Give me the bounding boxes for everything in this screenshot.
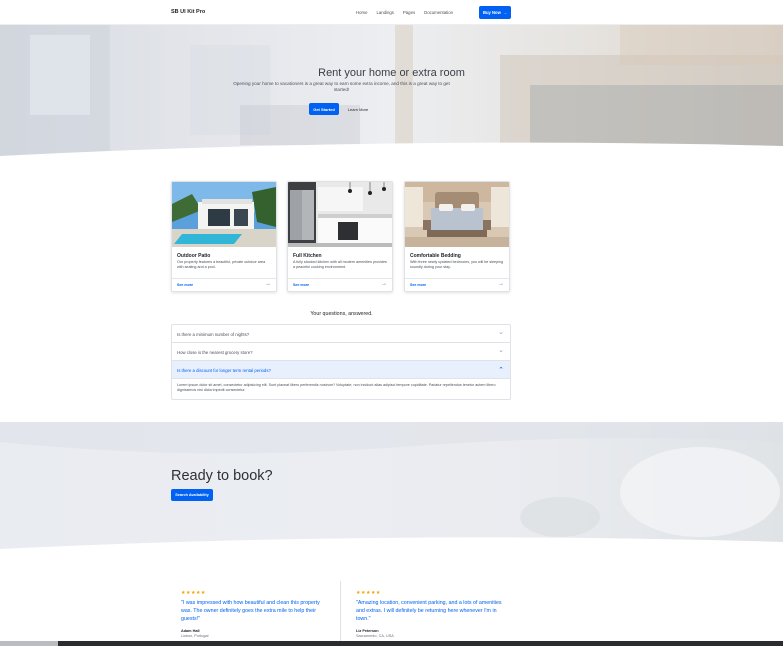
patio-image-icon [172,182,276,247]
faq-question: Is there a minimum number of nights? [177,332,250,337]
nav-link-home[interactable]: Home [356,10,367,15]
testimonial-author: Liz Peterson [356,629,379,633]
buy-now-button[interactable]: Buy Now → [479,6,511,19]
chevron-up-icon: ⌃ [498,367,504,374]
chevron-down-icon: ⌄ [498,347,504,354]
faq-question: Is there a discount for longer term rent… [177,368,271,373]
cta-background-image [0,422,783,552]
see-more-link[interactable]: See more [410,283,426,287]
faq-item-active[interactable]: Is there a discount for longer term rent… [172,361,510,379]
testimonial-quote: "Amazing location, convenient parking, a… [356,600,502,622]
arrow-right-icon: → [265,281,271,287]
hero-section: Rent your home or extra room Opening you… [0,25,783,157]
hero-title: Rent your home or extra room [318,67,465,79]
faq-title: Your questions, answered. [310,311,373,317]
faq-item[interactable]: How close is the nearest grocery store? … [172,343,510,361]
arrow-right-icon: → [502,10,508,15]
card-title: Comfortable Bedding [410,253,461,259]
learn-more-button[interactable]: Learn More [343,103,373,115]
card-footer[interactable]: See more → [405,278,509,291]
testimonial: ★★★★★ "I was impressed with how beautifu… [181,590,321,638]
faq-question: How close is the nearest grocery store? [177,350,253,355]
kitchen-image-icon [288,182,392,247]
arrow-right-icon: → [381,281,387,287]
chevron-down-icon: ⌄ [498,329,504,336]
navbar: SB UI Kit Pro Home Landings Pages Docume… [0,0,783,25]
bottom-scrollbar[interactable] [0,641,783,646]
search-availability-button[interactable]: Search Availability [171,489,213,501]
testimonial-divider [340,581,341,646]
faq-answer: Lorem ipsum dolor sit amet, consectetur … [177,383,496,392]
testimonial-quote: "I was impressed with how beautiful and … [181,600,320,622]
star-rating-icon: ★★★★★ [356,590,381,596]
hero-subtitle: Opening your home to vacationers is a gr… [233,81,450,92]
testimonial: ★★★★★ "Amazing location, convenient park… [356,590,506,638]
hero-curve-divider [0,142,783,157]
faq-item[interactable]: Is there a minimum number of nights? ⌄ [172,325,510,343]
get-started-button[interactable]: Get Started [309,103,339,115]
nav-link-landings[interactable]: Landings [376,10,393,15]
nav-link-pages[interactable]: Pages [403,10,415,15]
card-footer[interactable]: See more → [172,278,276,291]
nav-link-documentation[interactable]: Documentation [424,10,453,15]
arrow-right-icon: → [498,281,504,287]
card-title: Outdoor Patio [177,253,211,259]
testimonial-location: Lisbon, Portugal [181,634,209,638]
card-text: Our property features a beautiful, priva… [177,260,266,269]
testimonial-author: Adam Hall [181,629,200,633]
cta-title: Ready to book? [171,468,273,484]
cta-section: Ready to book? Search Availability [0,422,783,552]
faq-accordion: Is there a minimum number of nights? ⌄ H… [171,324,511,400]
card-text: With three newly updated bedrooms, you w… [410,260,504,269]
nav-links: Home Landings Pages Documentation [356,10,453,15]
see-more-link[interactable]: See more [177,283,193,287]
card-full-kitchen: Full Kitchen A fully stocked kitchen wit… [287,181,393,292]
scrollbar-thumb[interactable] [0,641,58,646]
card-title: Full Kitchen [293,253,322,259]
star-rating-icon: ★★★★★ [181,590,206,596]
bedroom-image-icon [405,182,509,247]
see-more-link[interactable]: See more [293,283,309,287]
buy-now-label: Buy Now [482,10,501,15]
card-comfortable-bedding: Comfortable Bedding With three newly upd… [404,181,510,292]
card-footer[interactable]: See more → [288,278,392,291]
card-text: A fully stocked kitchen with all modern … [293,260,387,269]
card-outdoor-patio: Outdoor Patio Our property features a be… [171,181,277,292]
testimonial-location: Sacramento, CA, USA [356,634,394,638]
brand-logo[interactable]: SB UI Kit Pro [171,9,205,15]
